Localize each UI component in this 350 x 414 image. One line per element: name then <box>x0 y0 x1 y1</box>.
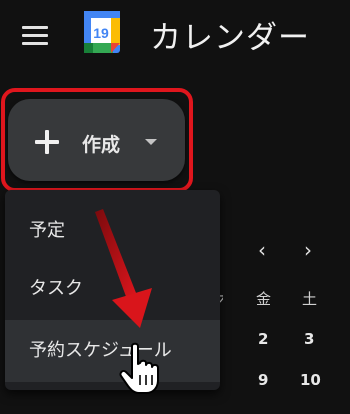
calendar-day[interactable]: 10 <box>300 371 321 389</box>
calendar-day[interactable]: 9 <box>258 371 268 389</box>
menu-item-task[interactable]: タスク <box>5 258 220 320</box>
create-dropdown-menu: 予定 タスク 予約スケジュール <box>5 190 220 390</box>
menu-item-appointment-schedule[interactable]: 予約スケジュール <box>5 320 220 382</box>
calendar-day[interactable]: 3 <box>304 330 314 348</box>
google-calendar-icon: 19 <box>84 11 120 53</box>
calendar-day[interactable]: 2 <box>258 330 268 348</box>
hand-pointer-icon <box>119 342 159 394</box>
create-button-highlight <box>1 88 193 192</box>
chevron-right-icon[interactable]: › <box>304 240 318 260</box>
hamburger-menu-icon[interactable] <box>22 26 48 46</box>
weekday-header: 土 <box>302 290 318 308</box>
chevron-left-icon[interactable]: ‹ <box>258 240 272 260</box>
menu-item-event[interactable]: 予定 <box>5 200 220 262</box>
weekday-header: 金 <box>256 290 272 308</box>
app-title: カレンダー <box>150 20 310 56</box>
calendar-logo-day: 19 <box>93 25 109 41</box>
